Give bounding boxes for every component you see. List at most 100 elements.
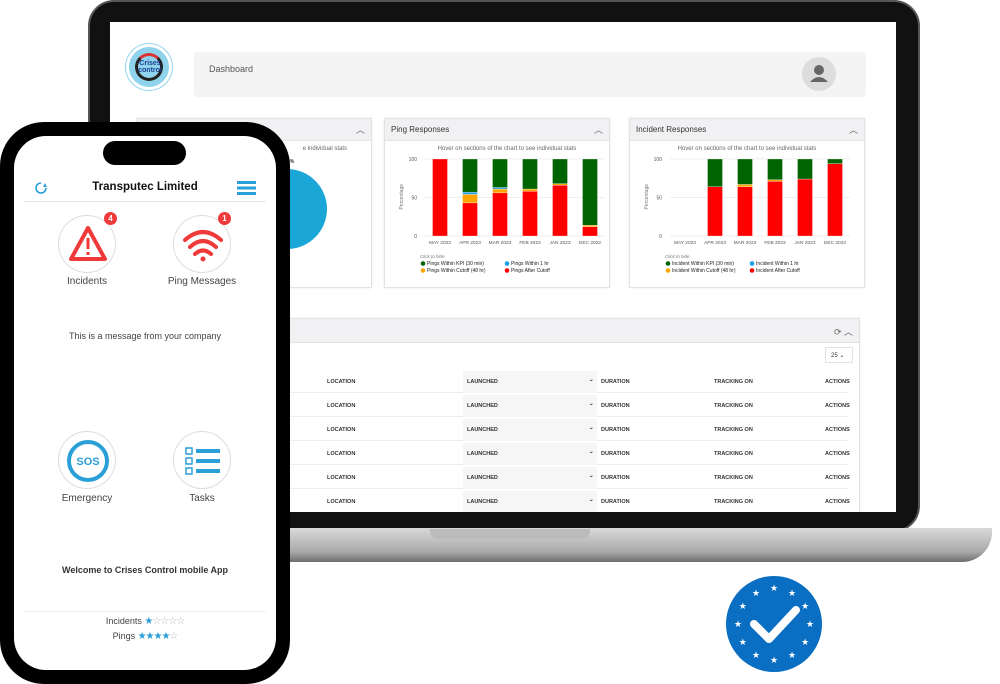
x-tick-label: APR 2023 (704, 240, 726, 246)
legend-swatch (665, 268, 671, 273)
column-header-location[interactable]: LOCATION (327, 475, 355, 481)
bar-segment (462, 158, 478, 193)
star-icon: ★ (801, 637, 809, 647)
star-icon: ★ (739, 637, 747, 647)
column-header-duration[interactable]: DURATION (601, 427, 630, 433)
bar-segment (767, 158, 783, 180)
star-icon: ★ (752, 588, 760, 598)
page-size-value: 25 (831, 353, 838, 359)
svg-text:SOS: SOS (76, 456, 99, 468)
tasks-tile[interactable] (173, 431, 231, 489)
legend-swatch (420, 268, 426, 273)
divider (24, 201, 266, 202)
column-header-tracking-on[interactable]: TRACKING ON (714, 499, 753, 505)
legend-swatch (420, 261, 426, 266)
bar-segment (797, 178, 813, 237)
top-bar: Dashboard (194, 52, 866, 97)
bar-segment (827, 158, 843, 164)
x-tick-label: FEB 2023 (519, 240, 541, 246)
column-header-duration[interactable]: DURATION (601, 379, 630, 385)
column-header-tracking-on[interactable]: TRACKING ON (714, 403, 753, 409)
column-header-tracking-on[interactable]: TRACKING ON (714, 379, 753, 385)
column-header-duration[interactable]: DURATION (601, 451, 630, 457)
sort-chevron-icon[interactable]: ⌄ (589, 497, 594, 503)
legend-entry: Incident After Cutoff (756, 268, 800, 274)
column-header-actions[interactable]: ACTIONS (825, 403, 850, 409)
legend-entry: Pings Within Cutoff (48 hr) (427, 268, 486, 274)
bar-segment (552, 185, 568, 237)
ratings: Incidents ★☆☆☆☆ Pings ★★★★☆ (14, 616, 276, 646)
column-header-actions[interactable]: ACTIONS (825, 499, 850, 505)
column-header-launched[interactable]: LAUNCHED (467, 475, 498, 481)
x-tick-label: FEB 2023 (764, 240, 786, 246)
collapse-icon[interactable]: ︿ (356, 123, 365, 136)
column-header-location[interactable]: LOCATION (327, 499, 355, 505)
column-header-launched[interactable]: LAUNCHED (467, 379, 498, 385)
task-list-icon (185, 447, 220, 475)
column-header-actions[interactable]: ACTIONS (825, 451, 850, 457)
column-header-launched[interactable]: LAUNCHED (467, 427, 498, 433)
bar-segment (462, 202, 478, 237)
column-header-tracking-on[interactable]: TRACKING ON (714, 427, 753, 433)
x-tick-label: DEC 2022 (579, 240, 601, 246)
collapse-icon[interactable]: ︿ (849, 123, 858, 136)
legend-entry: Incident Within 1 hr (756, 261, 799, 267)
welcome-text: Welcome to Crises Control mobile App (61, 565, 229, 575)
bar-segment (737, 184, 753, 187)
column-header-location[interactable]: LOCATION (327, 451, 355, 457)
rating-label: Incidents (105, 616, 145, 626)
incident-responses-panel: Incident Responses ︿ Hover on sections of… (629, 118, 865, 288)
panel-title: Ping Responses (391, 125, 450, 134)
tile-label: Tasks (189, 493, 215, 504)
x-tick-label: MAY 2023 (674, 240, 696, 246)
star-icon: ★ (788, 588, 796, 598)
legend-entry: Pings Within 1 hr (511, 261, 549, 267)
tile-label: Ping Messages (167, 276, 237, 287)
column-header-tracking-on[interactable]: TRACKING ON (714, 451, 753, 457)
emergency-tile[interactable]: SOS (58, 431, 116, 489)
x-tick-label: JAN 2023 (549, 240, 570, 246)
bar-segment (552, 183, 568, 186)
collapse-icon[interactable]: ︿ (594, 123, 603, 136)
user-avatar[interactable] (802, 57, 836, 91)
column-header-tracking-on[interactable]: TRACKING ON (714, 475, 753, 481)
column-header-duration[interactable]: DURATION (601, 403, 630, 409)
bar-segment (462, 194, 478, 204)
y-tick-label: 100 (654, 157, 663, 163)
chart-subtitle: Hover on sections of the chart to see in… (437, 146, 577, 152)
y-tick-label: 50 (411, 196, 417, 202)
sort-chevron-icon[interactable]: ⌄ (589, 473, 594, 479)
column-header-location[interactable]: LOCATION (327, 379, 355, 385)
hamburger-menu-icon[interactable] (237, 180, 257, 196)
sort-chevron-icon[interactable]: ⌄ (589, 377, 594, 383)
column-header-launched[interactable]: LAUNCHED (467, 403, 498, 409)
y-axis-label: Percentage (644, 184, 650, 210)
company-message: This is a message from your company (68, 331, 222, 341)
bar-segment (737, 158, 753, 185)
refresh-collapse-icons[interactable]: ⟳ ︿ (834, 325, 853, 338)
sort-chevron-icon[interactable]: ⌄ (589, 449, 594, 455)
bar-segment (582, 226, 598, 237)
page-size-select[interactable]: 25 ⌄ (825, 347, 853, 363)
x-tick-label: APR 2023 (459, 240, 481, 246)
logo[interactable]: Crises control (126, 44, 172, 90)
column-header-location[interactable]: LOCATION (327, 427, 355, 433)
phone-screen: Transputec Limited 4 Incidents 1 Ping Me… (14, 136, 276, 670)
column-header-launched[interactable]: LAUNCHED (467, 451, 498, 457)
column-header-duration[interactable]: DURATION (601, 475, 630, 481)
column-header-location[interactable]: LOCATION (327, 403, 355, 409)
column-header-actions[interactable]: ACTIONS (825, 427, 850, 433)
column-header-actions[interactable]: ACTIONS (825, 475, 850, 481)
y-axis-label: Percentage (399, 184, 405, 210)
chart-subtitle: Hover on sections of the chart to see in… (677, 146, 817, 152)
column-header-duration[interactable]: DURATION (601, 499, 630, 505)
sort-chevron-icon[interactable]: ⌄ (589, 401, 594, 407)
user-icon (810, 65, 828, 82)
column-header-actions[interactable]: ACTIONS (825, 379, 850, 385)
sort-chevron-icon[interactable]: ⌄ (589, 425, 594, 431)
column-header-launched[interactable]: LAUNCHED (467, 499, 498, 505)
star-icon: ☆ (169, 631, 178, 642)
star-icon: ★ (752, 650, 760, 660)
x-tick-label: DEC 2022 (824, 240, 846, 246)
star-icon: ★ (739, 601, 747, 611)
